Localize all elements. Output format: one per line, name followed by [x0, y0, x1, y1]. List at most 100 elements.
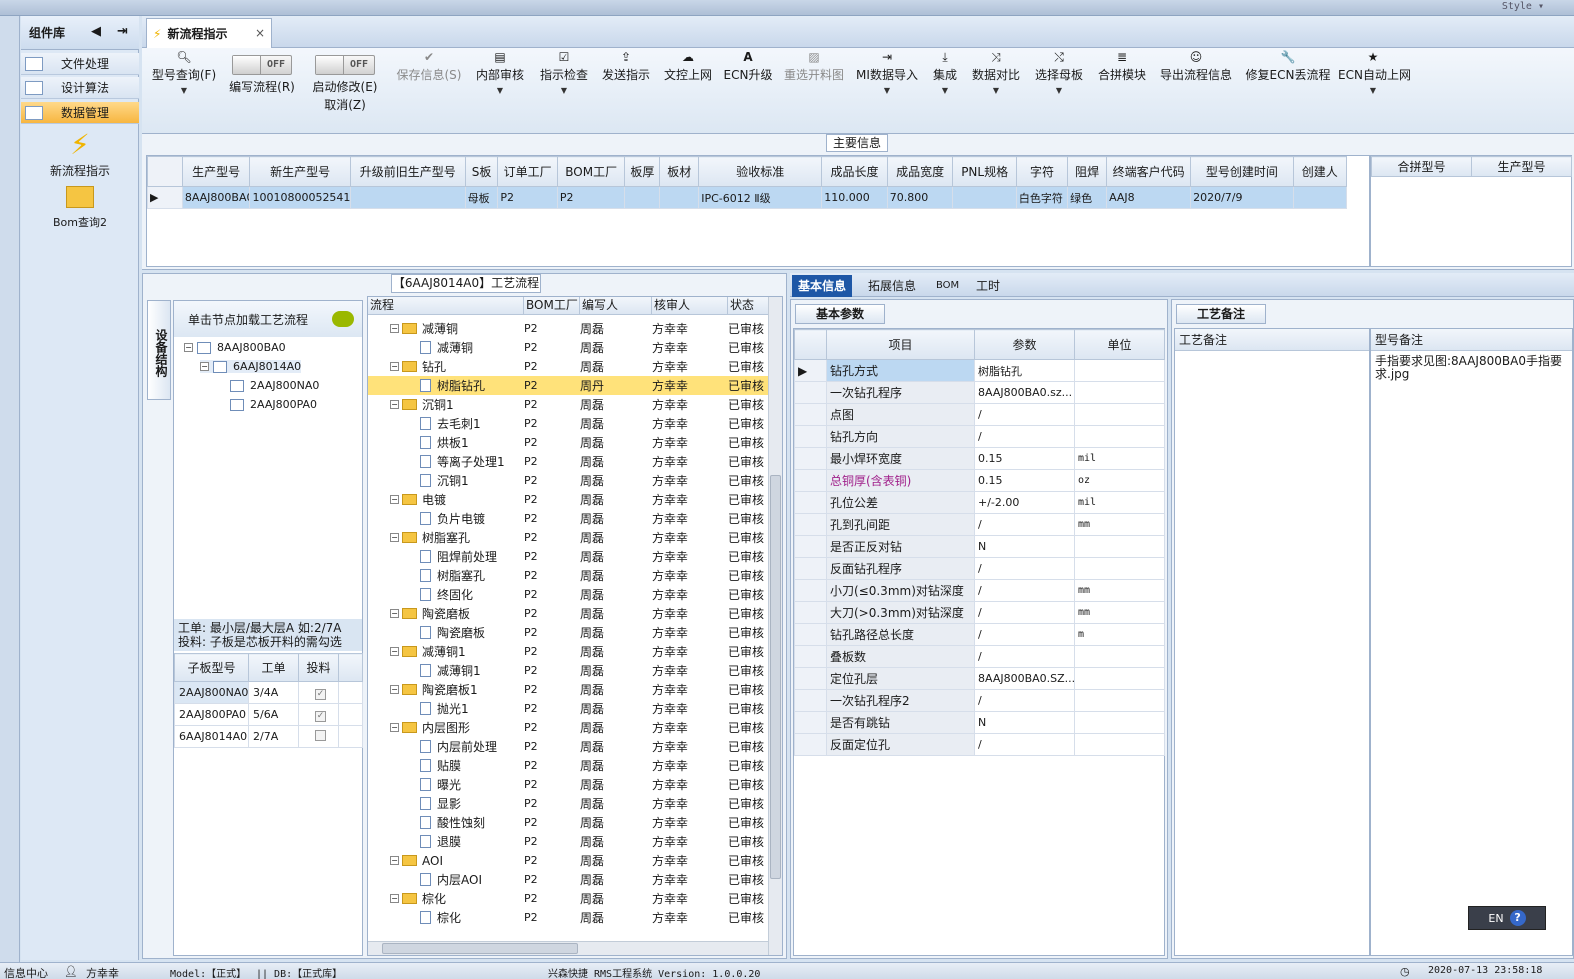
- column-header[interactable]: 生产型号: [1471, 156, 1572, 177]
- tree-node[interactable]: 2AAJ800NA0: [230, 379, 319, 392]
- close-icon[interactable]: ×: [255, 26, 265, 40]
- feed-checkbox[interactable]: ✓: [315, 688, 326, 700]
- merge-module-button[interactable]: ≣ 合拼模块: [1094, 48, 1150, 84]
- indication-check-button[interactable]: ☑ 指示检查 ▼: [536, 48, 592, 98]
- mi-data-import-button[interactable]: ⇥ MI数据导入 ▼: [854, 48, 920, 98]
- column-header[interactable]: 新生产型号: [249, 156, 351, 187]
- collapse-icon[interactable]: −: [390, 400, 399, 409]
- flow-row[interactable]: 树脂钻孔 P2 周丹 方幸幸 已审核: [368, 376, 768, 395]
- tree-node[interactable]: −6AAJ8014A0: [200, 360, 302, 373]
- document-control-online-button[interactable]: ☁ 文控上网: [660, 48, 716, 84]
- column-header[interactable]: 项目: [826, 329, 975, 360]
- column-header[interactable]: 子板型号: [174, 653, 249, 682]
- flow-row[interactable]: − 减薄铜 P2 周磊 方幸幸 已审核: [368, 319, 768, 338]
- library-item-data-management[interactable]: 数据管理: [21, 102, 139, 124]
- table-row[interactable]: 6AAJ8014A0 2/7A: [174, 725, 363, 748]
- ecn-upgrade-button[interactable]: A ECN升级: [722, 48, 774, 84]
- param-row[interactable]: 孔到孔间距 / mm: [794, 513, 1165, 536]
- param-row[interactable]: 小刀(≤0.3mm)对钻深度 / mm: [794, 579, 1165, 602]
- column-header[interactable]: 型号创建时间: [1190, 156, 1294, 187]
- param-row[interactable]: 反面定位孔 /: [794, 733, 1165, 756]
- flow-row[interactable]: 去毛刺1 P2 周磊 方幸幸 已审核: [368, 414, 768, 433]
- save-info-button[interactable]: ✔ 保存信息(S): [392, 48, 466, 84]
- integrate-button[interactable]: ⤓ 集成 ▼: [926, 48, 964, 98]
- flow-row[interactable]: 抛光1 P2 周磊 方幸幸 已审核: [368, 699, 768, 718]
- flow-row[interactable]: 阻焊前处理 P2 周磊 方幸幸 已审核: [368, 547, 768, 566]
- library-item-design-algorithm[interactable]: 设计算法: [21, 77, 139, 99]
- flow-row[interactable]: − 陶瓷磨板 P2 周磊 方幸幸 已审核: [368, 604, 768, 623]
- table-row[interactable]: 2AAJ800PA0 5/6A ✓: [174, 703, 363, 726]
- column-header[interactable]: 参数: [974, 329, 1075, 360]
- param-row[interactable]: 总铜厚(含表铜) 0.15 oz: [794, 469, 1165, 492]
- collapse-icon[interactable]: −: [390, 362, 399, 371]
- data-compare-button[interactable]: ⤨ 数据对比 ▼: [968, 48, 1024, 98]
- param-row[interactable]: 是否有跳钻 N: [794, 711, 1165, 734]
- bom-query-item[interactable]: Bom查询2: [21, 186, 139, 230]
- column-header[interactable]: 工单: [248, 653, 299, 682]
- help-icon[interactable]: ?: [1509, 910, 1526, 926]
- collapse-icon[interactable]: −: [390, 324, 399, 333]
- flow-row[interactable]: 酸性蚀刻 P2 周磊 方幸幸 已审核: [368, 813, 768, 832]
- collapse-icon[interactable]: −: [390, 495, 399, 504]
- collapse-icon[interactable]: −: [390, 856, 399, 865]
- flow-row[interactable]: 减薄铜1 P2 周磊 方幸幸 已审核: [368, 661, 768, 680]
- flow-row[interactable]: 等离子处理1 P2 周磊 方幸幸 已审核: [368, 452, 768, 471]
- tree-node[interactable]: 2AAJ800PA0: [230, 398, 317, 411]
- param-row[interactable]: ▶ 钻孔方式 树脂钻孔: [794, 359, 1165, 382]
- table-row[interactable]: ▶ 8AAJ800BA0 10010800052541 母板 P2 P2 IPC…: [147, 186, 1348, 209]
- collapse-icon[interactable]: −: [390, 685, 399, 694]
- language-label[interactable]: EN: [1488, 912, 1503, 925]
- param-row[interactable]: 钻孔路径总长度 / m: [794, 623, 1165, 646]
- flow-row[interactable]: − 树脂塞孔 P2 周磊 方幸幸 已审核: [368, 528, 768, 547]
- param-row[interactable]: 是否正反对钻 N: [794, 535, 1165, 558]
- flow-row[interactable]: 贴膜 P2 周磊 方幸幸 已审核: [368, 756, 768, 775]
- send-indication-button[interactable]: ⇪ 发送指示: [598, 48, 654, 84]
- param-row[interactable]: 点图 /: [794, 403, 1165, 426]
- reselect-cutting-diagram-button[interactable]: ▨ 重选开料图: [780, 48, 848, 84]
- feed-checkbox[interactable]: ✓: [315, 710, 326, 722]
- flow-row[interactable]: 曝光 P2 周磊 方幸幸 已审核: [368, 775, 768, 794]
- info-center-link[interactable]: 信息中心: [4, 965, 48, 979]
- flow-row[interactable]: 减薄铜 P2 周磊 方幸幸 已审核: [368, 338, 768, 357]
- tree-node[interactable]: −8AAJ800BA0: [184, 341, 286, 354]
- flow-row[interactable]: − 减薄铜1 P2 周磊 方幸幸 已审核: [368, 642, 768, 661]
- column-header[interactable]: 创建人: [1292, 156, 1348, 187]
- param-row[interactable]: 一次钻孔程序2/: [794, 689, 1165, 712]
- select-motherboard-button[interactable]: ⤭ 选择母板 ▼: [1030, 48, 1088, 98]
- flow-row[interactable]: 负片电镀 P2 周磊 方幸幸 已审核: [368, 509, 768, 528]
- tab-new-flow-indication[interactable]: ⚡ 新流程指示 ×: [146, 18, 272, 48]
- column-header[interactable]: 成品宽度: [886, 156, 954, 187]
- collapse-left-icon[interactable]: ◀: [91, 24, 101, 39]
- tab-work-hours[interactable]: 工时: [970, 275, 1006, 297]
- horizontal-scrollbar[interactable]: [368, 941, 768, 955]
- cancel-button[interactable]: 取消(Z): [308, 96, 382, 114]
- scroll-thumb[interactable]: [382, 943, 578, 954]
- param-row[interactable]: 一次钻孔程序 8AAJ800BA0.sz...: [794, 381, 1165, 404]
- flow-row[interactable]: 陶瓷磨板 P2 周磊 方幸幸 已审核: [368, 623, 768, 642]
- style-menu[interactable]: Style ▾: [1502, 1, 1544, 12]
- column-header[interactable]: 成品长度: [821, 156, 888, 187]
- column-header[interactable]: BOM工厂: [556, 156, 626, 187]
- flow-row[interactable]: − AOI P2 周磊 方幸幸 已审核: [368, 851, 768, 870]
- param-row[interactable]: 叠板数 /: [794, 645, 1165, 668]
- param-row[interactable]: 反面钻孔程序 /: [794, 557, 1165, 580]
- flow-row[interactable]: 显影 P2 周磊 方幸幸 已审核: [368, 794, 768, 813]
- tab-extended-info[interactable]: 拓展信息: [862, 275, 922, 297]
- column-header[interactable]: 投料: [298, 653, 339, 682]
- column-header[interactable]: 验收标准: [698, 156, 823, 187]
- param-row[interactable]: 定位孔层 8AAJ800BA0.SZ...: [794, 667, 1165, 690]
- flow-row[interactable]: − 钻孔 P2 周磊 方幸幸 已审核: [368, 357, 768, 376]
- flow-row[interactable]: 烘板1 P2 周磊 方幸幸 已审核: [368, 433, 768, 452]
- export-flow-info-button[interactable]: ☺ 导出流程信息: [1156, 48, 1236, 84]
- collapse-icon[interactable]: −: [390, 533, 399, 542]
- pin-icon[interactable]: ⇥: [117, 24, 128, 39]
- flow-row[interactable]: 棕化 P2 周磊 方幸幸 已审核: [368, 908, 768, 927]
- collapse-icon[interactable]: −: [390, 723, 399, 732]
- param-row[interactable]: 大刀(>0.3mm)对钻深度 / mm: [794, 601, 1165, 624]
- language-bar[interactable]: EN ?: [1468, 906, 1546, 930]
- param-row[interactable]: 钻孔方向 /: [794, 425, 1165, 448]
- flow-row[interactable]: 沉铜1 P2 周磊 方幸幸 已审核: [368, 471, 768, 490]
- param-row[interactable]: 孔位公差 +/-2.00 mil: [794, 491, 1165, 514]
- column-header[interactable]: 字符: [1015, 156, 1069, 187]
- param-row[interactable]: 最小焊环宽度 0.15 mil: [794, 447, 1165, 470]
